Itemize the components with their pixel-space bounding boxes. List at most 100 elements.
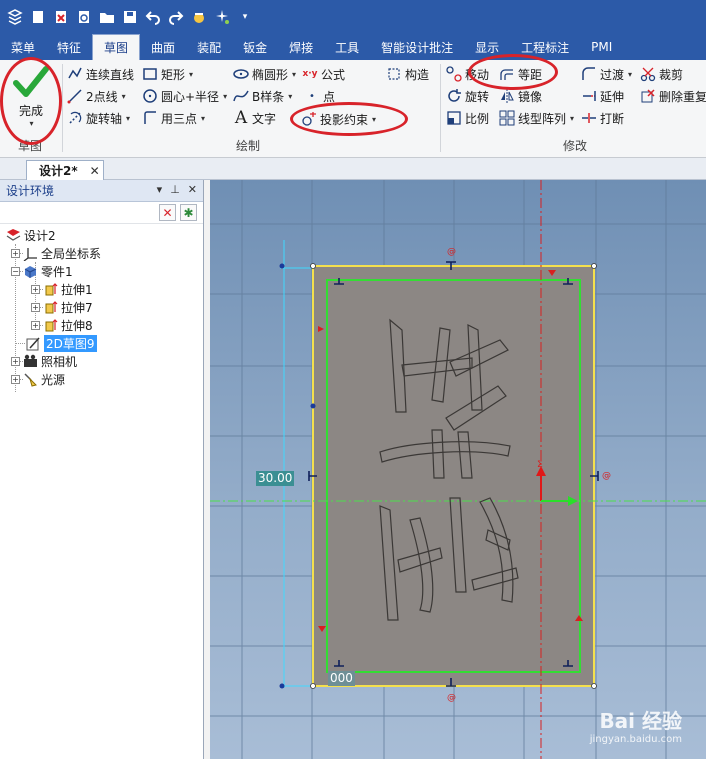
construct-icon (386, 66, 402, 82)
tab-pmi[interactable]: PMI (580, 34, 623, 60)
tab-assembly[interactable]: 装配 (186, 34, 232, 60)
done-button[interactable]: 完成 ▾ (4, 62, 58, 138)
close-file-icon[interactable] (52, 8, 70, 26)
break-button[interactable]: 打断 (581, 108, 624, 128)
pin-icon[interactable]: ⊥ (170, 183, 180, 196)
tree-node-extrude1[interactable]: + 拉伸1 (31, 280, 93, 298)
extend-button[interactable]: 延伸 (581, 86, 624, 106)
tab-menu[interactable]: 菜单 (0, 34, 46, 60)
save-icon[interactable] (121, 8, 139, 26)
sparkle-icon[interactable] (213, 8, 231, 26)
delete-duplicate-label: 删除重复 (659, 89, 706, 104)
document-tab[interactable]: 设计2* ✕ (26, 160, 104, 180)
close-icon[interactable]: ✕ (188, 183, 197, 196)
tree-node-sketch[interactable]: 2D草图9 (26, 334, 97, 352)
tree-node-extrude8[interactable]: + 拉伸8 (31, 316, 93, 334)
move-button[interactable]: 移动 (446, 64, 489, 84)
delete-duplicate-button[interactable]: 删除重复 (640, 86, 706, 106)
tab-tools[interactable]: 工具 (324, 34, 370, 60)
ellipse-button[interactable]: 椭圆形 ▾ (233, 64, 296, 84)
scale-button[interactable]: 比例 (446, 108, 489, 128)
tab-welding[interactable]: 焊接 (278, 34, 324, 60)
design-root-icon (6, 228, 21, 243)
redo-icon[interactable] (167, 8, 185, 26)
save-as-icon[interactable] (75, 8, 93, 26)
tree-node-part[interactable]: − 零件1 (11, 262, 73, 280)
three-point-button[interactable]: 用三点 ▾ (142, 108, 205, 128)
sketch-viewport[interactable]: Σ @ @ @ 30.00 000 Bai 经验 jingyan.baidu.c… (210, 180, 706, 759)
construct-button[interactable]: 构造 (386, 64, 429, 84)
tree-node-camera[interactable]: + 照相机 (11, 352, 77, 370)
done-dropdown-icon[interactable]: ▾ (29, 119, 33, 128)
rotate-button[interactable]: 旋转 (446, 86, 489, 106)
expand-icon[interactable]: + (11, 248, 20, 258)
dimension-label-left[interactable]: 30.00 (256, 471, 295, 486)
rotate-icon (446, 88, 462, 104)
formula-button[interactable]: x·y 公式 (302, 64, 345, 84)
tab-display[interactable]: 显示 (464, 34, 510, 60)
transition-button[interactable]: 过渡 ▾ (581, 64, 632, 84)
tab-features[interactable]: 特征 (46, 34, 92, 60)
expand-icon[interactable]: + (31, 302, 40, 312)
line-icon (67, 88, 83, 104)
tab-smart-design-annotation[interactable]: 智能设计批注 (370, 34, 464, 60)
tree-node-global-coord[interactable]: + 全局坐标系 (11, 244, 101, 262)
close-icon[interactable]: ✕ (90, 164, 100, 178)
formula-icon: x·y (302, 69, 318, 79)
break-label: 打断 (600, 111, 625, 126)
dimension-label-bottom[interactable]: 000 (328, 671, 355, 686)
tab-engineering-annotation[interactable]: 工程标注 (510, 34, 580, 60)
tree-label-part: 零件1 (41, 264, 73, 279)
point-button[interactable]: • 点 (304, 86, 335, 106)
customize-dropdown-icon[interactable]: ▾ (236, 8, 254, 26)
tab-sketch[interactable]: 草图 (92, 34, 141, 60)
chevron-down-icon: ▾ (223, 91, 228, 101)
tree-node-light[interactable]: + 光源 (11, 370, 65, 388)
chevron-down-icon: ▾ (570, 113, 575, 123)
sketch-canvas[interactable]: Σ @ @ @ (210, 180, 706, 759)
text-button[interactable]: A 文字 (233, 108, 276, 128)
wizard-icon[interactable] (190, 8, 208, 26)
ellipse-icon (233, 66, 249, 82)
open-folder-icon[interactable] (98, 8, 116, 26)
svg-text:@: @ (447, 247, 456, 257)
center-radius-label: 圆心+半径 (161, 89, 220, 104)
tab-sheet-metal[interactable]: 钣金 (232, 34, 278, 60)
move-icon (446, 66, 462, 82)
expand-icon[interactable]: + (31, 284, 40, 294)
sparkle-filter-icon[interactable]: ✱ (180, 204, 197, 221)
tree-node-extrude7[interactable]: + 拉伸7 (31, 298, 93, 316)
chevron-down-icon: ▾ (292, 69, 297, 79)
sketch-face[interactable] (313, 266, 594, 686)
tree-label-global-coord: 全局坐标系 (41, 246, 102, 261)
continuous-line-button[interactable]: 连续直线 (67, 64, 134, 84)
tree-label-root: 设计2 (24, 228, 56, 243)
bspline-button[interactable]: B样条 ▾ (233, 86, 292, 106)
rotate-axis-button[interactable]: 旋转轴 ▾ (67, 108, 130, 128)
expand-icon[interactable]: + (11, 374, 20, 384)
expand-icon[interactable]: + (11, 356, 20, 366)
circle-icon (142, 88, 158, 104)
svg-text:@: @ (602, 471, 611, 481)
app-logo-icon[interactable] (6, 8, 24, 26)
tree-node-root[interactable]: 设计2 (6, 226, 56, 244)
center-radius-button[interactable]: 圆心+半径 ▾ (142, 86, 227, 106)
undo-icon[interactable] (144, 8, 162, 26)
two-point-line-button[interactable]: 2点线 ▾ (67, 86, 126, 106)
delete-icon[interactable]: ✕ (159, 204, 176, 221)
extrude-icon (43, 300, 58, 315)
collapse-icon[interactable]: − (11, 266, 20, 276)
group-label-draw: 绘制 (236, 139, 261, 153)
transition-label: 过渡 (600, 67, 625, 82)
trim-button[interactable]: 裁剪 (640, 64, 683, 84)
expand-icon[interactable]: + (31, 320, 40, 330)
offset-button[interactable]: 等距 (499, 64, 542, 84)
project-constraint-button[interactable]: 投影约束 ▾ (301, 109, 376, 129)
mirror-button[interactable]: 镜像 (499, 86, 542, 106)
linear-array-button[interactable]: 线型阵列 ▾ (499, 108, 574, 128)
tab-surface[interactable]: 曲面 (140, 34, 186, 60)
panel-menu-icon[interactable]: ▾ (157, 183, 163, 196)
rectangle-button[interactable]: 矩形 ▾ (142, 64, 193, 84)
group-label-sketch: 草图 (18, 139, 43, 153)
new-file-icon[interactable] (29, 8, 47, 26)
